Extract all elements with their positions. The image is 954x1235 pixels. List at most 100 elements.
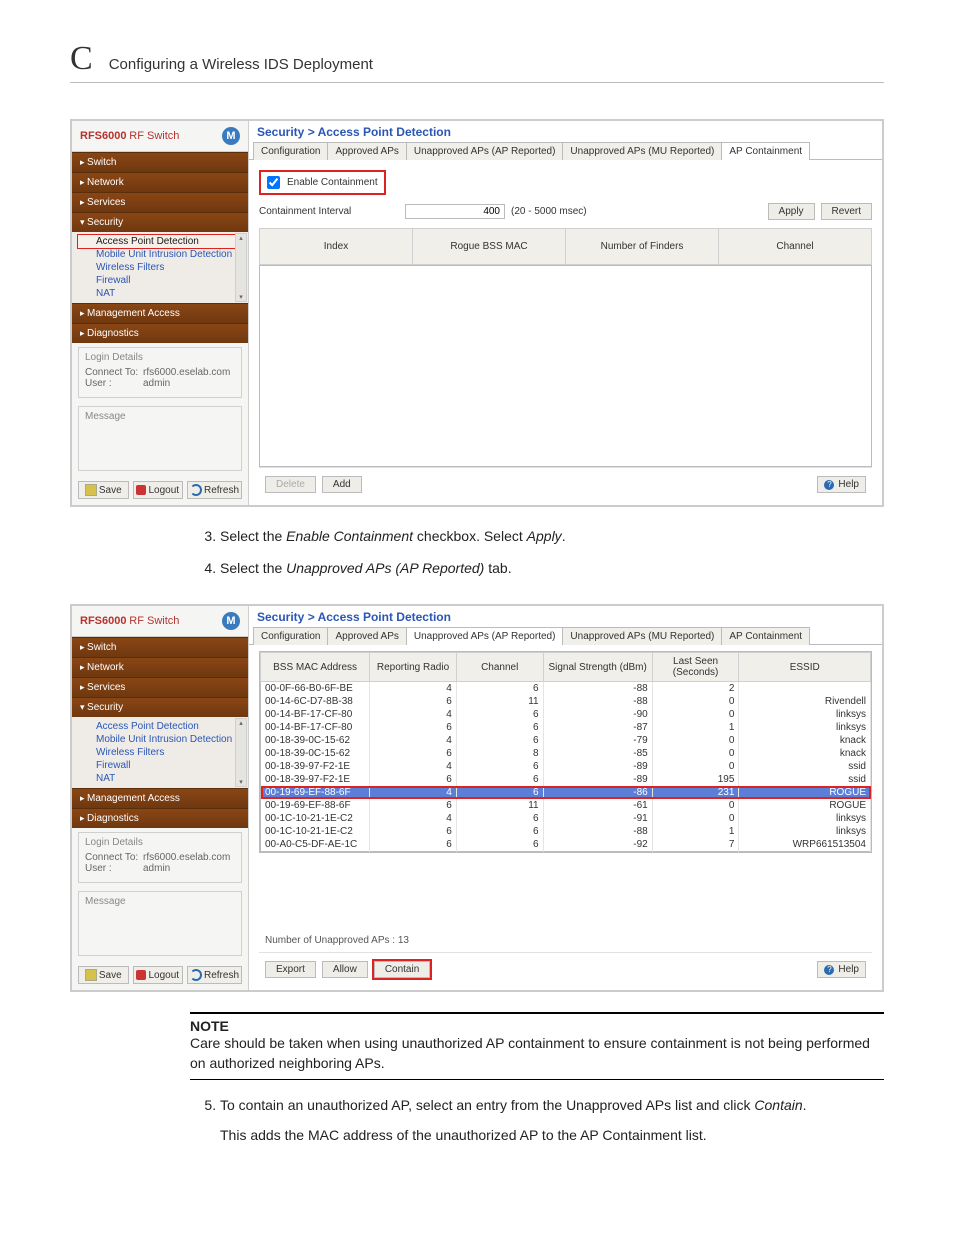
unapproved-aps-table-wrap: BSS MAC Address Reporting Radio Channel … (259, 651, 872, 853)
containment-interval-input[interactable] (405, 204, 505, 219)
sidebar: RFS6000 RF Switch M Switch Network Servi… (72, 121, 249, 505)
tab-unapproved-mu-reported[interactable]: Unapproved APs (MU Reported) (562, 627, 722, 645)
tree-nat[interactable]: NAT (78, 772, 246, 785)
save-button[interactable]: Save (78, 966, 129, 984)
table-row[interactable]: 00-A0-C5-DF-AE-1C66-927WRP661513504 (261, 838, 871, 852)
add-button[interactable]: Add (322, 476, 362, 493)
enable-containment-label: Enable Containment (287, 177, 378, 188)
tab-approved-aps[interactable]: Approved APs (327, 627, 406, 645)
tree-nat[interactable]: NAT (78, 287, 246, 300)
content-pane: Security > Access Point Detection Config… (249, 606, 882, 990)
col-channel[interactable]: Channel (719, 229, 872, 265)
table-row[interactable]: 00-1C-10-21-1E-C266-881linksys (261, 825, 871, 838)
containment-interval-label: Containment Interval (259, 206, 399, 217)
save-button[interactable]: Save (78, 481, 129, 499)
tab-unapproved-mu-reported[interactable]: Unapproved APs (MU Reported) (562, 142, 722, 160)
nav-security[interactable]: Security (72, 697, 248, 717)
nav-switch[interactable]: Switch (72, 637, 248, 657)
nav-switch[interactable]: Switch (72, 152, 248, 172)
table-row[interactable]: 00-18-39-97-F2-1E46-890ssid (261, 760, 871, 773)
col-signal-strength[interactable]: Signal Strength (dBm) (543, 653, 652, 682)
subtree-scrollbar[interactable]: ▴▾ (235, 718, 247, 787)
enable-containment-checkbox[interactable] (267, 176, 280, 189)
refresh-button[interactable]: Refresh (187, 966, 242, 984)
tab-bar: Configuration Approved APs Unapproved AP… (249, 626, 882, 645)
containment-table[interactable]: Index Rogue BSS MAC Number of Finders Ch… (259, 228, 872, 265)
nav-security[interactable]: Security (72, 212, 248, 232)
col-last-seen[interactable]: Last Seen (Seconds) (652, 653, 739, 682)
table-row[interactable]: 00-0F-66-B0-6F-BE46-882 (261, 682, 871, 696)
connect-to-label: Connect To: (85, 852, 143, 863)
note-title: NOTE (190, 1018, 884, 1034)
brand-model: RFS6000 (80, 130, 126, 142)
col-bss-mac[interactable]: BSS MAC Address (261, 653, 370, 682)
tab-bar: Configuration Approved APs Unapproved AP… (249, 141, 882, 160)
nav-services[interactable]: Services (72, 192, 248, 212)
containment-table-body-empty[interactable] (259, 265, 872, 467)
tab-configuration[interactable]: Configuration (253, 627, 328, 645)
allow-button[interactable]: Allow (322, 961, 368, 978)
contain-button[interactable]: Contain (374, 961, 430, 978)
table-row[interactable]: 00-1C-10-21-1E-C246-910linksys (261, 812, 871, 825)
col-num-finders[interactable]: Number of Finders (566, 229, 719, 265)
col-essid[interactable]: ESSID (739, 653, 871, 682)
tree-mobile-unit-intrusion[interactable]: Mobile Unit Intrusion Detection (78, 733, 246, 746)
logout-icon (136, 970, 146, 980)
col-index[interactable]: Index (260, 229, 413, 265)
logout-button[interactable]: Logout (133, 481, 184, 499)
tree-wireless-filters[interactable]: Wireless Filters (78, 261, 246, 274)
table-row[interactable]: 00-18-39-0C-15-6268-850knack (261, 747, 871, 760)
nav-diagnostics[interactable]: Diagnostics (72, 323, 248, 343)
apply-button[interactable]: Apply (768, 203, 815, 220)
tab-ap-containment[interactable]: AP Containment (721, 142, 810, 160)
appendix-letter: C (70, 40, 93, 78)
login-details: Login Details Connect To:rfs6000.eselab.… (78, 347, 242, 398)
user-label: User : (85, 863, 143, 874)
tree-access-point-detection[interactable]: Access Point Detection (78, 720, 246, 733)
tab-configuration[interactable]: Configuration (253, 142, 328, 160)
table-row[interactable]: 00-14-6C-D7-8B-38611-880Rivendell (261, 695, 871, 708)
brand-model: RFS6000 (80, 615, 126, 627)
nav-network[interactable]: Network (72, 172, 248, 192)
screenshot-ap-containment: RFS6000 RF Switch M Switch Network Servi… (70, 119, 884, 507)
help-button[interactable]: ?Help (817, 476, 866, 493)
nav-management-access[interactable]: Management Access (72, 303, 248, 323)
connect-to-label: Connect To: (85, 367, 143, 378)
tab-ap-containment[interactable]: AP Containment (721, 627, 810, 645)
tab-unapproved-ap-reported[interactable]: Unapproved APs (AP Reported) (406, 142, 564, 160)
tab-approved-aps[interactable]: Approved APs (327, 142, 406, 160)
col-channel[interactable]: Channel (456, 653, 543, 682)
tree-firewall[interactable]: Firewall (78, 274, 246, 287)
subtree-scrollbar[interactable]: ▴▾ (235, 233, 247, 302)
help-button[interactable]: ?Help (817, 961, 866, 978)
table-row[interactable]: 00-19-69-EF-88-6F46-86231ROGUE (261, 786, 871, 799)
refresh-icon (190, 484, 202, 496)
tree-mobile-unit-intrusion[interactable]: Mobile Unit Intrusion Detection (78, 248, 246, 261)
user-value: admin (143, 863, 170, 874)
nav-diagnostics[interactable]: Diagnostics (72, 808, 248, 828)
refresh-button[interactable]: Refresh (187, 481, 242, 499)
table-row[interactable]: 00-18-39-0C-15-6246-790knack (261, 734, 871, 747)
export-button[interactable]: Export (265, 961, 316, 978)
table-row[interactable]: 00-14-BF-17-CF-8046-900linksys (261, 708, 871, 721)
page-header: C Configuring a Wireless IDS Deployment (70, 40, 884, 83)
logout-button[interactable]: Logout (133, 966, 184, 984)
tab-unapproved-ap-reported[interactable]: Unapproved APs (AP Reported) (406, 627, 564, 645)
nav-services[interactable]: Services (72, 677, 248, 697)
table-row[interactable]: 00-14-BF-17-CF-8066-871linksys (261, 721, 871, 734)
tree-wireless-filters[interactable]: Wireless Filters (78, 746, 246, 759)
nav-network[interactable]: Network (72, 657, 248, 677)
unapproved-aps-table[interactable]: BSS MAC Address Reporting Radio Channel … (260, 652, 871, 852)
delete-button[interactable]: Delete (265, 476, 316, 493)
content-pane: Security > Access Point Detection Config… (249, 121, 882, 505)
revert-button[interactable]: Revert (821, 203, 872, 220)
nav-management-access[interactable]: Management Access (72, 788, 248, 808)
tree-access-point-detection[interactable]: Access Point Detection (78, 235, 246, 248)
tree-firewall[interactable]: Firewall (78, 759, 246, 772)
col-rogue-bss-mac[interactable]: Rogue BSS MAC (413, 229, 566, 265)
login-title: Login Details (85, 837, 235, 848)
table-row[interactable]: 00-19-69-EF-88-6F611-610ROGUE (261, 799, 871, 812)
table-row[interactable]: 00-18-39-97-F2-1E66-89195ssid (261, 773, 871, 786)
step-4: Select the Unapproved APs (AP Reported) … (220, 559, 884, 579)
col-reporting-radio[interactable]: Reporting Radio (370, 653, 457, 682)
